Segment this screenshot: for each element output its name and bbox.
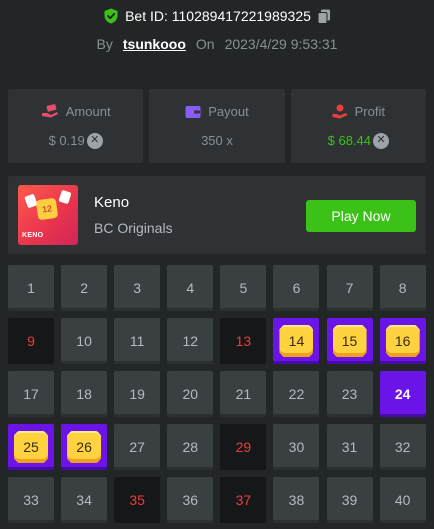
bet-meta: By tsunkooo On 2023/4/29 9:53:31: [0, 36, 434, 52]
keno-cell[interactable]: 2: [61, 265, 108, 311]
currency-coin-icon: ✕: [373, 132, 389, 149]
keno-cell[interactable]: 40: [379, 477, 426, 523]
payout-value: 350 x: [201, 133, 233, 148]
keno-cell[interactable]: 39: [326, 477, 373, 523]
keno-cell[interactable]: 30: [273, 424, 320, 470]
keno-cell[interactable]: 9: [8, 318, 54, 364]
amount-stat: Amount $ 0.19 ✕: [8, 89, 144, 163]
game-name: Keno: [94, 194, 130, 211]
keno-cell[interactable]: 36: [167, 477, 214, 523]
thumb-number: 12: [35, 197, 59, 221]
keno-cell[interactable]: 4: [167, 265, 214, 311]
bet-date: 2023/4/29 9:53:31: [224, 36, 338, 52]
hit-gem-icon: 25: [14, 431, 48, 463]
keno-cell[interactable]: 28: [167, 424, 214, 470]
username-link[interactable]: tsunkooo: [123, 36, 186, 52]
payout-label: Payout: [208, 104, 249, 119]
keno-cell[interactable]: 29: [220, 424, 267, 470]
card-decoration: [58, 189, 72, 205]
keno-thumbnail[interactable]: 12 KENO: [18, 185, 78, 245]
keno-board: 1 2 3 4 5 6 7 8 9 10 11 12 13 14 15 16 17 18 19 20 21 22 23 24 2…: [8, 265, 426, 525]
keno-cell[interactable]: 7: [326, 265, 373, 311]
on-label: On: [195, 36, 215, 52]
bet-id: Bet ID: 110289417221989325: [125, 8, 311, 24]
keno-cell[interactable]: 16: [379, 318, 426, 364]
keno-cell[interactable]: 12: [167, 318, 214, 364]
profit-hand-icon: [332, 104, 348, 118]
keno-cell[interactable]: 25: [8, 424, 54, 470]
profit-label: Profit: [354, 103, 385, 119]
keno-cell[interactable]: 1: [8, 265, 54, 311]
copy-icon[interactable]: [317, 9, 331, 24]
play-now-button[interactable]: Play Now: [306, 200, 416, 232]
by-label: By: [96, 36, 113, 52]
keno-cell[interactable]: 19: [114, 371, 161, 417]
keno-cell[interactable]: 13: [220, 318, 267, 364]
keno-cell[interactable]: 3: [114, 265, 161, 311]
keno-cell[interactable]: 34: [61, 477, 108, 523]
keno-cell[interactable]: 14: [273, 318, 320, 364]
hit-gem-icon: 15: [332, 325, 367, 357]
keno-cell[interactable]: 11: [114, 318, 161, 364]
keno-cell[interactable]: 32: [379, 424, 426, 470]
keno-cell[interactable]: 27: [114, 424, 161, 470]
keno-cell[interactable]: 31: [326, 424, 373, 470]
amount-value: $ 0.19: [48, 133, 85, 148]
keno-cell[interactable]: 18: [61, 371, 108, 417]
wallet-icon: [185, 105, 201, 118]
hit-gem-icon: 26: [67, 431, 102, 463]
keno-cell[interactable]: 26: [61, 424, 108, 470]
keno-cell[interactable]: 35: [114, 477, 161, 523]
game-card: 12 KENO Keno BC Originals Play Now: [8, 176, 426, 254]
keno-cell[interactable]: 15: [326, 318, 373, 364]
keno-cell[interactable]: 17: [8, 371, 54, 417]
keno-cell[interactable]: 10: [61, 318, 108, 364]
keno-cell[interactable]: 22: [273, 371, 320, 417]
hit-gem-icon: 14: [279, 325, 314, 357]
keno-logo: KENO: [22, 232, 44, 239]
keno-cell[interactable]: 8: [379, 265, 426, 311]
payout-stat: Payout 350 x: [149, 89, 285, 163]
keno-cell[interactable]: 21: [220, 371, 267, 417]
shield-check-icon: [104, 8, 118, 24]
keno-cell[interactable]: 37: [220, 477, 267, 523]
keno-cell[interactable]: 20: [167, 371, 214, 417]
game-provider: BC Originals: [94, 220, 173, 236]
profit-value: $ 68.44: [327, 133, 371, 148]
bet-stats: Amount $ 0.19 ✕ Payout 350 x Profit $ 68…: [8, 89, 426, 163]
amount-label: Amount: [65, 103, 111, 119]
keno-cell[interactable]: 38: [273, 477, 320, 523]
bet-id-row: Bet ID: 110289417221989325: [0, 8, 434, 24]
profit-stat: Profit $ 68.44 ✕: [290, 89, 426, 163]
money-hand-icon: [41, 104, 58, 118]
hit-gem-icon: 16: [385, 325, 420, 357]
keno-cell[interactable]: 24: [379, 371, 426, 417]
keno-cell[interactable]: 6: [273, 265, 320, 311]
keno-cell[interactable]: 5: [220, 265, 267, 311]
currency-coin-icon: ✕: [86, 132, 103, 149]
keno-cell[interactable]: 23: [326, 371, 373, 417]
keno-cell[interactable]: 33: [8, 477, 54, 523]
